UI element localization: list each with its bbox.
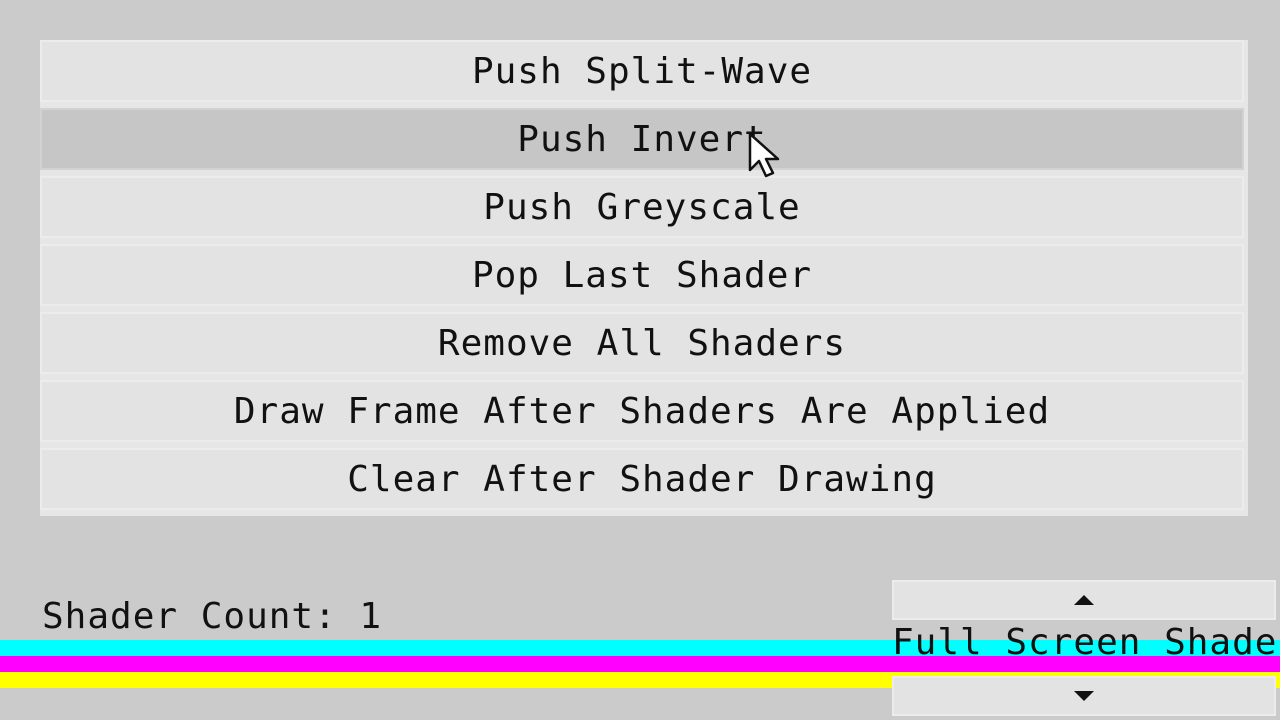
mode-previous-button[interactable] (892, 580, 1276, 620)
shader-menu: Push Split-Wave Push Invert Push Greysca… (40, 40, 1248, 516)
clear-after-shader-drawing-label: Clear After Shader Drawing (347, 458, 937, 500)
clear-after-shader-drawing-button[interactable]: Clear After Shader Drawing (40, 448, 1244, 510)
push-invert-button[interactable]: Push Invert (40, 108, 1244, 170)
push-split-wave-button[interactable]: Push Split-Wave (40, 40, 1244, 102)
arrow-up-icon (1074, 595, 1094, 605)
remove-all-shaders-label: Remove All Shaders (437, 322, 847, 364)
mouse-pointer-icon (748, 132, 780, 178)
mode-next-button[interactable] (892, 676, 1276, 716)
shader-mode-value: Full Screen Shader (892, 622, 1280, 663)
arrow-down-icon (1074, 691, 1094, 701)
draw-frame-after-shaders-label: Draw Frame After Shaders Are Applied (233, 390, 1051, 432)
pop-last-shader-button[interactable]: Pop Last Shader (40, 244, 1244, 306)
push-split-wave-label: Push Split-Wave (471, 50, 813, 92)
push-greyscale-label: Push Greyscale (483, 186, 801, 228)
push-greyscale-button[interactable]: Push Greyscale (40, 176, 1244, 238)
shader-count-text: Shader Count: 1 (42, 596, 383, 637)
push-invert-label: Push Invert (517, 118, 767, 160)
draw-frame-after-shaders-button[interactable]: Draw Frame After Shaders Are Applied (40, 380, 1244, 442)
pop-last-shader-label: Pop Last Shader (471, 254, 813, 296)
remove-all-shaders-button[interactable]: Remove All Shaders (40, 312, 1244, 374)
